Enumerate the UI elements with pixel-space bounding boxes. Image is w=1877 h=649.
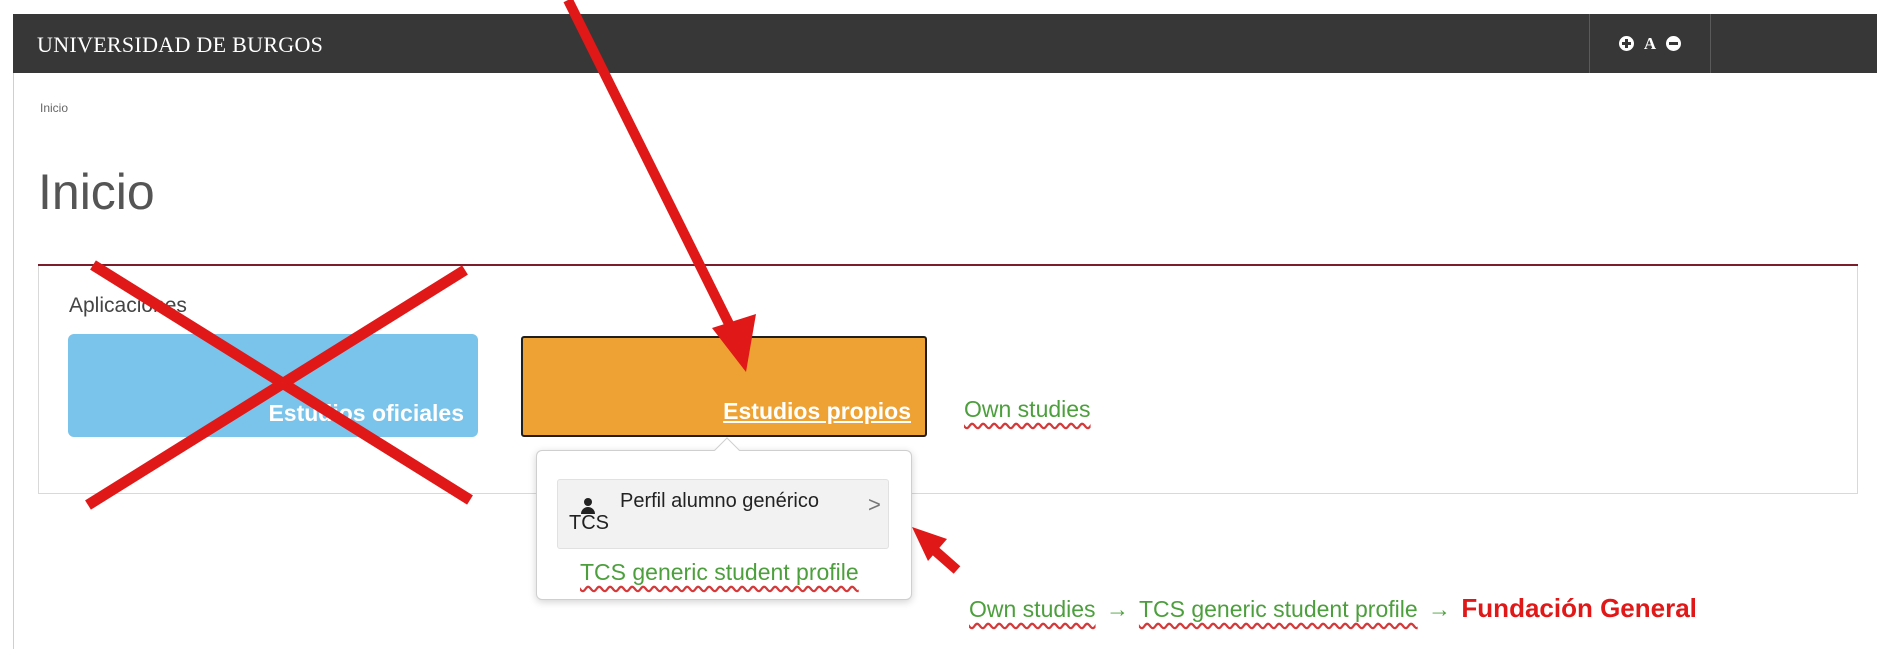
page-title: Inicio xyxy=(38,164,155,220)
small-arrow-head xyxy=(912,527,947,561)
own-studies-annotation: Own studies xyxy=(964,396,1091,422)
profile-label: Perfil alumno genérico xyxy=(620,490,819,512)
font-size-label[interactable]: A xyxy=(1644,34,1656,54)
breadcrumb-home[interactable]: Inicio xyxy=(40,101,68,115)
profile-popover: Perfil alumno genérico TCS > TCS generic… xyxy=(536,437,912,600)
small-arrow-shaft xyxy=(928,544,961,574)
navigation-path-annotation: Own studies → TCS generic student profil… xyxy=(969,593,1697,624)
breadcrumb: Inicio xyxy=(40,101,68,115)
path-arrow-2: → xyxy=(1428,596,1452,622)
plus-circle-icon[interactable] xyxy=(1618,36,1634,51)
estudios-oficiales-tile[interactable]: Estudios oficiales xyxy=(68,334,478,437)
university-name[interactable]: UNIVERSIDAD DE BURGOS xyxy=(37,32,323,58)
tile-label: Estudios propios xyxy=(723,398,911,424)
applications-label: Aplicaciones xyxy=(69,294,187,317)
path-arrow-1: → xyxy=(1105,596,1129,622)
tile-label: Estudios oficiales xyxy=(268,400,464,426)
applications-panel: Aplicaciones Estudios oficiales Estudios… xyxy=(38,266,1858,494)
path-step-profile: TCS generic student profile xyxy=(1138,596,1418,622)
profile-menu-item[interactable]: Perfil alumno genérico TCS > xyxy=(557,479,889,549)
minus-circle-icon[interactable] xyxy=(1666,36,1682,51)
estudios-propios-tile[interactable]: Estudios propios xyxy=(521,336,927,437)
top-bar: UNIVERSIDAD DE BURGOS A xyxy=(13,14,1877,73)
font-size-controls: A xyxy=(1589,14,1711,73)
profile-label-line2: TCS xyxy=(569,512,609,534)
path-step-own-studies: Own studies xyxy=(969,596,1096,622)
profile-translation-annotation: TCS generic student profile xyxy=(580,559,859,585)
path-step-fundacion: Fundación General xyxy=(1461,593,1697,623)
content-left-border xyxy=(13,73,14,649)
chevron-right-icon: > xyxy=(868,492,881,517)
